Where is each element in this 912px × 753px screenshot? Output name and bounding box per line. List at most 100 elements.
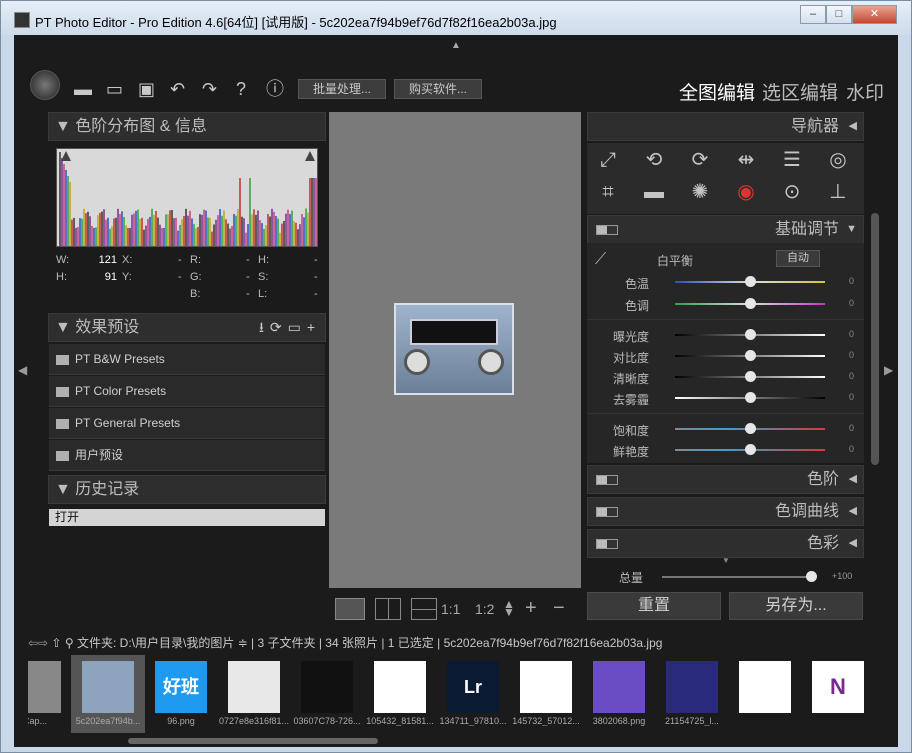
filmstrip-item[interactable]: 5c202ea7f94b... [71,655,145,733]
thumbnail-image [28,661,61,713]
slider-knob[interactable] [745,276,756,287]
flip-vertical-icon[interactable]: ☰ [779,149,805,171]
tone-curve-toggle[interactable] [596,507,618,517]
close-button[interactable]: ✕ [852,5,897,24]
save-as-icon[interactable]: ▣ [138,79,155,99]
eyedropper-icon[interactable]: ⟋ [595,251,606,269]
slider-knob[interactable] [745,298,756,309]
right-collapse-icon[interactable]: ▶ [884,363,893,377]
undo-icon[interactable]: ↶ [170,79,185,99]
fit-icon[interactable]: ⤢ [595,149,621,171]
batch-process-button[interactable]: 批量处理... [298,79,386,99]
zoom-in-icon[interactable]: + [525,597,537,620]
zoom-stepper-icon[interactable]: ▲ ▼ [503,598,515,618]
filmstrip-item[interactable] [728,655,802,733]
histogram-panel-header[interactable]: ▼ 色阶分布图 & 信息 [48,112,326,141]
filmstrip-item[interactable]: 0727e8e316f81... [217,655,291,733]
add-icon[interactable]: + [307,319,321,335]
help-icon[interactable]: ? [236,79,246,99]
save-as-button[interactable]: 另存为... [729,592,863,620]
split-horizontal-icon[interactable] [411,598,437,620]
slider-knob[interactable] [745,444,756,455]
presets-panel-header[interactable]: ▼ 效果预设 ⭳⟳▭+ [48,313,326,342]
spot-heal-icon[interactable]: ⊙ [779,181,805,203]
filmstrip-item[interactable]: N [801,655,875,733]
filmstrip-item[interactable]: 21154725_l... [655,655,729,733]
levels-toggle[interactable] [596,475,618,485]
crop-icon[interactable]: ⌗ [595,181,621,203]
folder-icon[interactable]: ▬ [74,79,92,99]
search-icon[interactable]: ⚲ [65,636,74,650]
maximize-button[interactable]: □ [826,5,852,24]
filmstrip-item[interactable]: Cap... [28,655,72,733]
reset-button[interactable]: 重置 [587,592,721,620]
history-item[interactable]: 打开 [49,509,325,526]
filmstrip-scrollbar[interactable] [128,738,378,744]
refresh-icon[interactable]: ⟳ [270,319,288,335]
app-icon [14,12,30,28]
levels-panel-header[interactable]: 色阶 ◀ [587,465,864,494]
straighten-icon[interactable]: ▬ [641,181,667,203]
flip-horizontal-icon[interactable]: ⇹ [733,149,759,171]
app-window: PT Photo Editor - Pro Edition 4.6[64位] [… [0,0,912,753]
total-slider-knob[interactable] [806,571,817,582]
zoom-1-1-button[interactable]: 1:1 [441,601,460,617]
slider-knob[interactable] [745,392,756,403]
tab-watermark[interactable]: 水印 [846,78,884,105]
nav-back-forward-icon[interactable]: ⇦⇨ [28,636,48,650]
navigator-panel-header[interactable]: 导航器 ◀ [587,112,864,141]
title-bar[interactable]: PT Photo Editor - Pro Edition 4.6[64位] [… [1,1,911,35]
red-eye-icon[interactable]: ◉ [733,181,759,203]
left-collapse-icon[interactable]: ◀ [18,363,27,377]
save-icon[interactable]: ▭ [106,79,123,99]
slider-knob[interactable] [745,423,756,434]
auto-wb-button[interactable]: 自动 [776,250,820,267]
tab-full-edit[interactable]: 全图编辑 [679,78,755,105]
spiral-icon[interactable]: ◎ [825,149,851,171]
more-down-icon[interactable]: ▼ [722,556,730,565]
buy-software-button[interactable]: 购买软件... [394,79,482,99]
aperture-icon[interactable]: ✺ [687,181,713,203]
zoom-out-icon[interactable]: − [553,597,565,620]
collapse-up-icon[interactable]: ▲ [451,40,461,51]
slider-knob[interactable] [745,329,756,340]
slider-knob[interactable] [745,350,756,361]
single-view-icon[interactable] [335,598,365,620]
up-folder-icon[interactable]: ⇧ [51,636,61,650]
info-icon[interactable]: ⓘ [266,79,284,99]
new-folder-icon[interactable]: ▭ [288,319,307,335]
import-icon[interactable]: ⭳ [259,319,270,335]
right-panel-scrollbar[interactable] [871,213,879,465]
zoom-1-2-button[interactable]: 1:2 [475,601,494,617]
rotate-right-icon[interactable]: ⟳ [687,149,713,171]
thumbnail-filename: 96.png [167,716,195,726]
path-text[interactable]: 文件夹: D:\用户目录\我的图片 ≑ | 3 子文件夹 | 34 张照片 | … [77,636,662,650]
redo-icon[interactable]: ↷ [202,79,217,99]
slider-label: 色调 [624,299,649,313]
basic-adjust-toggle[interactable] [596,225,618,235]
filmstrip-item[interactable]: 105432_81581... [363,655,437,733]
split-vertical-icon[interactable] [375,598,401,620]
preset-folder[interactable]: 用户预设 [49,440,325,471]
history-title: 历史记录 [75,481,140,498]
preset-folder[interactable]: PT Color Presets [49,376,325,407]
rotate-left-icon[interactable]: ⟲ [641,149,667,171]
slider-knob[interactable] [745,371,756,382]
filmstrip-item[interactable]: 03607C78-726... [290,655,364,733]
preset-folder[interactable]: PT General Presets [49,408,325,439]
history-panel-header[interactable]: ▼ 历史记录 [48,475,326,504]
filmstrip-item[interactable]: 3802068.png [582,655,656,733]
tab-selection-edit[interactable]: 选区编辑 [762,78,838,105]
color-panel-header[interactable]: 色彩 ◀ [587,529,864,558]
filmstrip-item[interactable]: 好班 96.png [144,655,218,733]
total-slider-track[interactable] [662,576,812,578]
tone-curve-panel-header[interactable]: 色调曲线 ◀ [587,497,864,526]
preset-actions: ⭳⟳▭+ [259,314,321,341]
preset-folder[interactable]: PT B&W Presets [49,344,325,375]
minimize-button[interactable]: – [800,5,826,24]
stamp-icon[interactable]: ⊥ [825,181,851,203]
color-toggle[interactable] [596,539,618,549]
filmstrip-item[interactable]: 145732_57012... [509,655,583,733]
filmstrip-item[interactable]: Lr 134711_97810... [436,655,510,733]
basic-adjust-header[interactable]: 基础调节 ▼ [587,215,864,244]
